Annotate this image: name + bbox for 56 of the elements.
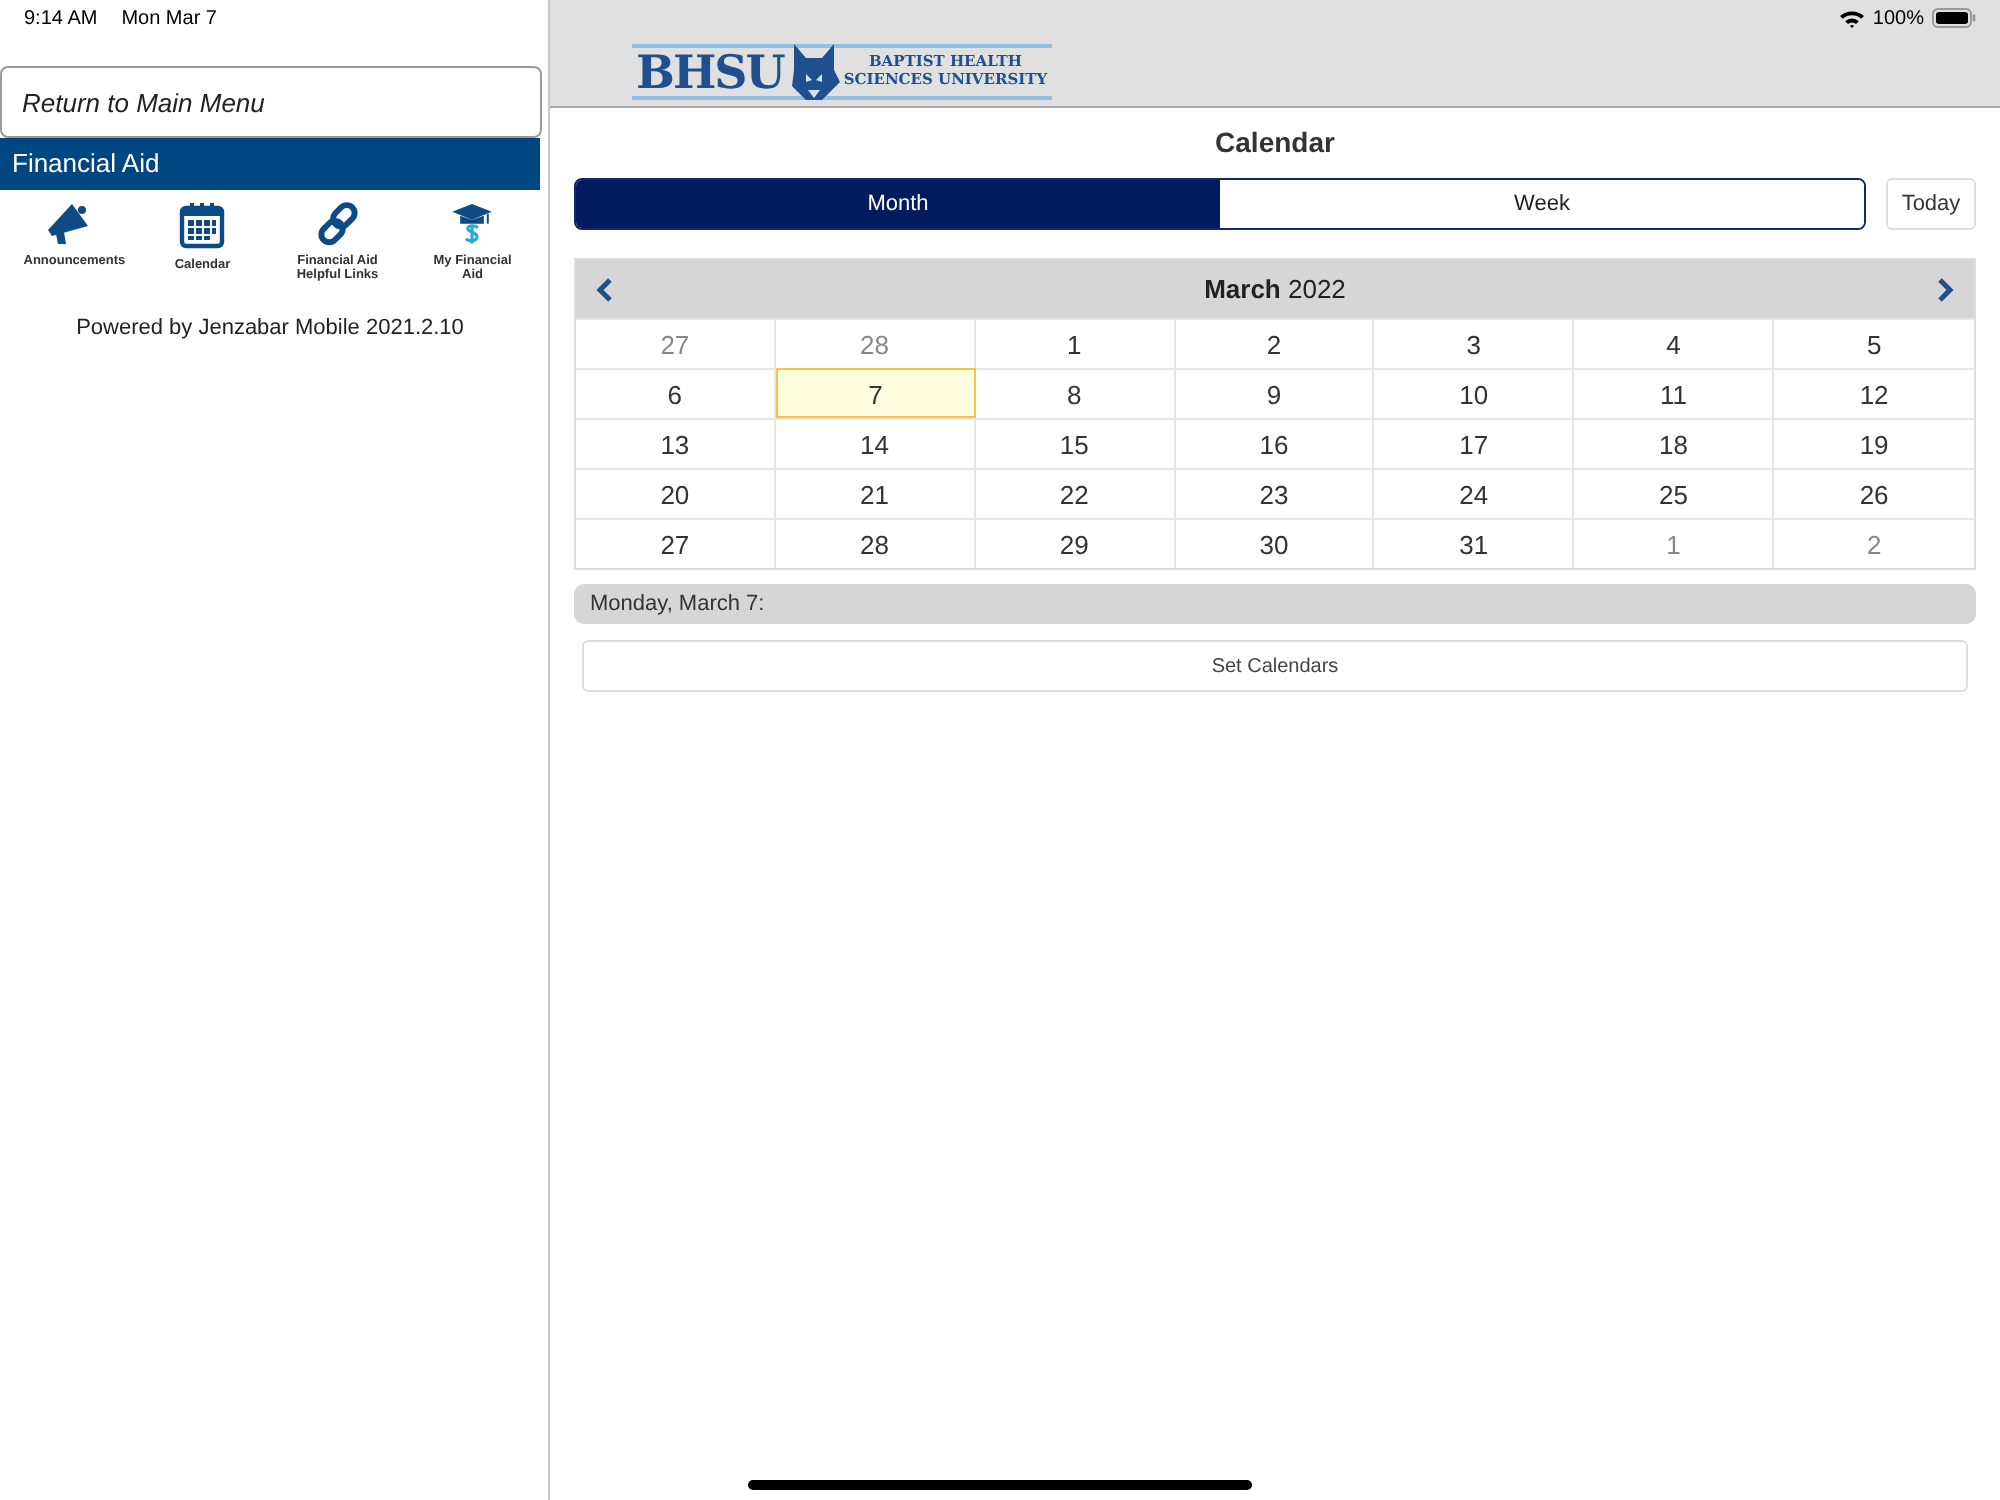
day-cell[interactable]: 4 [1574,318,1775,368]
set-calendars-button[interactable]: Set Calendars [582,640,1968,692]
day-cell[interactable]: 11 [1574,368,1775,418]
day-cell[interactable]: 17 [1374,418,1575,468]
day-cell[interactable]: 27 [576,518,776,568]
day-cell[interactable]: 1 [975,318,1176,368]
day-cell[interactable]: 31 [1374,518,1575,568]
page-title: Calendar [1213,126,1337,158]
megaphone-icon [43,202,92,246]
logo-abbreviation: BHSU [636,45,784,99]
calendar-icon [178,202,227,250]
day-cell[interactable]: 3 [1374,318,1575,368]
day-cell[interactable]: 10 [1374,368,1575,418]
day-cell[interactable]: 14 [775,418,976,468]
battery-percent: 100% [1872,7,1924,29]
day-cell[interactable]: 18 [1574,418,1775,468]
day-cell[interactable]: 29 [975,518,1176,568]
previous-month-icon[interactable] [596,277,612,301]
status-date: Mon Mar 7 [121,7,217,29]
battery-icon [1932,8,1976,28]
day-cell[interactable]: 12 [1774,368,1974,418]
day-cell[interactable]: 30 [1175,518,1375,568]
selected-day-heading: Monday, March 7: [574,584,1976,624]
day-cell[interactable]: 22 [975,468,1176,518]
view-tab[interactable]: Month [576,180,1220,228]
month-title: March 2022 [1204,274,1346,304]
day-cell[interactable]: 19 [1774,418,1974,468]
link-icon [315,202,360,246]
day-cell[interactable]: 5 [1774,318,1974,368]
day-cell[interactable]: 21 [775,468,976,518]
day-cell[interactable]: 24 [1374,468,1575,518]
next-month-icon[interactable] [1938,277,1954,301]
day-cell[interactable]: 7 [775,368,976,418]
day-cell[interactable]: 2 [1774,518,1974,568]
dog-head-icon [787,42,840,102]
day-cell[interactable]: 16 [1175,418,1375,468]
section-header: Financial Aid [0,138,540,190]
day-cell[interactable]: 1 [1574,518,1775,568]
wifi-icon [1840,9,1865,27]
day-cell[interactable]: 23 [1175,468,1375,518]
today-button[interactable]: Today [1886,178,1976,230]
day-cell[interactable]: 26 [1774,468,1974,518]
return-to-main-menu-button[interactable]: Return to Main Menu [0,66,542,138]
day-cell[interactable]: 15 [975,418,1176,468]
status-time: 9:14 AM [24,7,98,29]
day-cell[interactable]: 2 [1175,318,1375,368]
day-cell[interactable]: 6 [576,368,776,418]
day-cell[interactable]: 28 [775,518,976,568]
day-cell[interactable]: 20 [576,468,776,518]
day-cell[interactable]: 9 [1175,368,1375,418]
day-cell[interactable]: 25 [1574,468,1775,518]
day-cell[interactable]: 27 [576,318,776,368]
footer-text: Powered by Jenzabar Mobile 2021.2.10 [74,316,466,340]
day-cell[interactable]: 13 [576,418,776,468]
graduation-cap-icon [450,202,495,246]
day-cell[interactable]: 8 [975,368,1176,418]
